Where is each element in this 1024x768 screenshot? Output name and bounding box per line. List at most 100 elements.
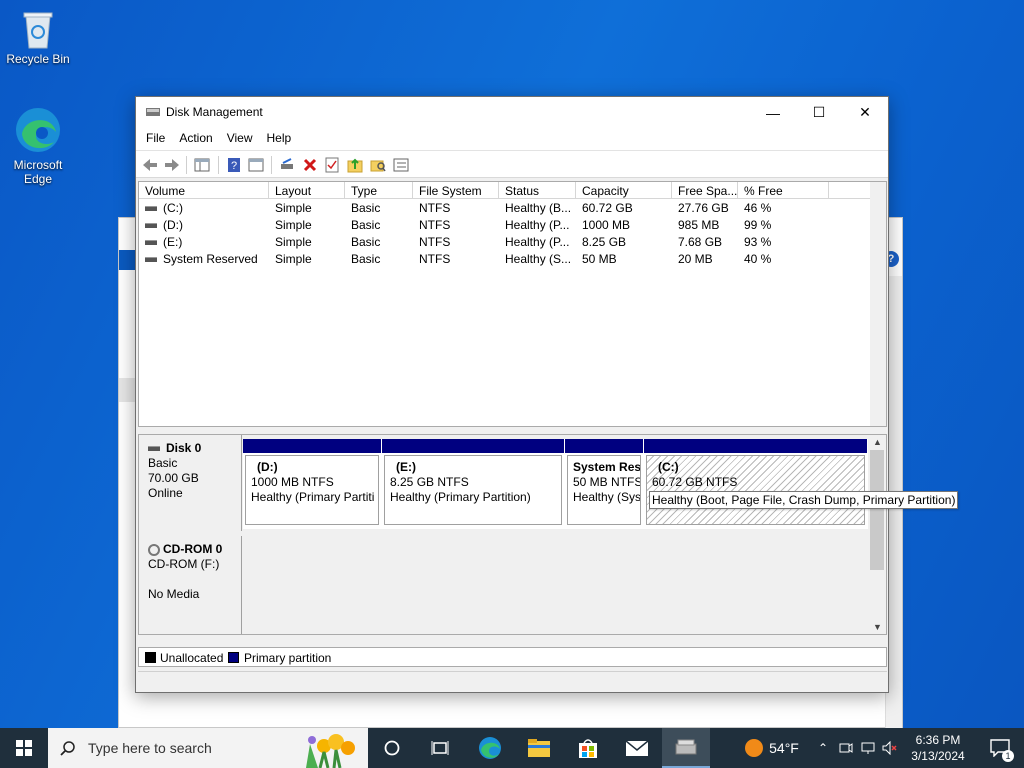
partition-bar bbox=[565, 439, 643, 453]
column-header-file-system[interactable]: File System bbox=[413, 182, 499, 199]
volume-name: (E:) bbox=[163, 235, 183, 249]
partition-bar bbox=[243, 439, 381, 453]
desktop-icon-label: Microsoft Edge bbox=[13, 158, 63, 186]
mail-icon bbox=[625, 740, 649, 756]
store-bag-icon bbox=[579, 739, 597, 758]
forward-button[interactable] bbox=[163, 156, 181, 174]
partition-c[interactable]: (C:) 60.72 GB NTFS bbox=[644, 439, 867, 527]
network-button[interactable] bbox=[858, 728, 878, 768]
close-button[interactable]: ✕ bbox=[842, 97, 888, 128]
disk-0-label[interactable]: Disk 0 Basic 70.00 GB Online bbox=[139, 435, 242, 531]
table-row[interactable]: (C:) Simple Basic NTFS Healthy (B... 60.72 GB… bbox=[139, 200, 887, 217]
cdrom-0-type: CD-ROM (F:) bbox=[148, 557, 220, 571]
start-button[interactable] bbox=[0, 728, 48, 768]
partition-size: 1000 MB NTFS bbox=[251, 475, 334, 489]
weather-widget[interactable]: 54°F bbox=[732, 728, 812, 768]
recycle-bin-icon bbox=[18, 8, 58, 49]
disk-graphical-pane[interactable]: Disk 0 Basic 70.00 GB Online (D:) 1000 M… bbox=[138, 434, 887, 635]
cdrom-0-label[interactable]: CD-ROM 0 CD-ROM (F:) No Media bbox=[139, 536, 242, 634]
table-row[interactable]: (D:) Simple Basic NTFS Healthy (P... 1000 MB 9… bbox=[139, 217, 887, 234]
back-button[interactable] bbox=[141, 156, 159, 174]
column-header-layout[interactable]: Layout bbox=[269, 182, 345, 199]
column-header-percent-free[interactable]: % Free bbox=[738, 182, 829, 199]
menu-view[interactable]: View bbox=[220, 128, 260, 150]
partition-size: 60.72 GB NTFS bbox=[652, 475, 738, 489]
disk-management-window[interactable]: Disk Management — ☐ ✕ File Action View H… bbox=[135, 96, 889, 693]
partition-system-reserved[interactable]: System Res 50 MB NTFS Healthy (Sys bbox=[565, 439, 643, 527]
explore-button[interactable] bbox=[369, 156, 387, 174]
graphical-pane-scrollbar[interactable]: ▲ ▼ bbox=[868, 435, 886, 634]
table-cell: NTFS bbox=[419, 201, 451, 215]
status-bar bbox=[138, 671, 887, 691]
volume-muted-icon bbox=[882, 741, 897, 755]
title-bar[interactable]: Disk Management — ☐ ✕ bbox=[136, 97, 888, 128]
disk-0-type: Basic bbox=[148, 456, 178, 470]
timeline-button[interactable] bbox=[416, 728, 464, 768]
column-header-volume[interactable]: Volume bbox=[139, 182, 269, 199]
meet-now-button[interactable] bbox=[836, 728, 856, 768]
taskbar-file-explorer-button[interactable] bbox=[515, 728, 563, 768]
partition-size: 50 MB NTFS bbox=[573, 475, 641, 489]
scroll-up-icon[interactable]: ▲ bbox=[873, 437, 882, 447]
menu-file[interactable]: File bbox=[139, 128, 172, 150]
volume-name: (C:) bbox=[163, 201, 183, 215]
properties-pane-button[interactable] bbox=[247, 156, 265, 174]
table-cell: Simple bbox=[275, 252, 312, 266]
list-view-icon bbox=[393, 158, 409, 172]
table-cell: System Reserved bbox=[145, 252, 258, 266]
minimize-button[interactable]: — bbox=[750, 97, 796, 128]
volume-drive-icon bbox=[145, 206, 157, 212]
scrollbar-thumb[interactable] bbox=[870, 450, 884, 570]
volume-button[interactable] bbox=[879, 728, 901, 768]
column-header-free-space[interactable]: Free Spa... bbox=[672, 182, 738, 199]
check-properties-button[interactable] bbox=[323, 156, 341, 174]
cdrom-0-name: CD-ROM 0 bbox=[163, 542, 223, 556]
taskbar-store-button[interactable] bbox=[564, 728, 612, 768]
partition-e[interactable]: (E:) 8.25 GB NTFS Healthy (Primary Parti… bbox=[382, 439, 564, 527]
desktop-icon-edge[interactable]: Microsoft Edge bbox=[0, 106, 76, 186]
notification-count-badge: 1 bbox=[1002, 750, 1014, 762]
table-row[interactable]: (E:) Simple Basic NTFS Healthy (P... 8.25 GB 7… bbox=[139, 234, 887, 251]
action-center-button[interactable]: 1 bbox=[976, 728, 1024, 768]
cortana-circle-icon bbox=[384, 740, 400, 756]
delete-button[interactable] bbox=[301, 156, 319, 174]
table-cell: Simple bbox=[275, 218, 312, 232]
partition-name: (D:) bbox=[257, 460, 278, 474]
volume-name: System Reserved bbox=[163, 252, 258, 266]
volume-name: (D:) bbox=[163, 218, 183, 232]
connect-disk-button[interactable] bbox=[278, 156, 296, 174]
open-folder-button[interactable] bbox=[346, 156, 364, 174]
pane-icon bbox=[248, 158, 264, 172]
show-hide-console-tree-button[interactable] bbox=[193, 156, 211, 174]
volume-list-scrollbar[interactable] bbox=[870, 182, 886, 426]
task-view-button[interactable] bbox=[368, 728, 416, 768]
taskbar-disk-management-button[interactable] bbox=[662, 728, 710, 768]
back-arrow-icon bbox=[143, 159, 157, 171]
help-button[interactable]: ? bbox=[225, 156, 243, 174]
taskbar-edge-button[interactable] bbox=[466, 728, 514, 768]
table-cell: Healthy (S... bbox=[505, 252, 572, 266]
maximize-button[interactable]: ☐ bbox=[796, 97, 842, 128]
taskbar-search-box[interactable]: Type here to search bbox=[48, 728, 368, 768]
taskbar-mail-button[interactable] bbox=[613, 728, 661, 768]
menu-help[interactable]: Help bbox=[260, 128, 299, 150]
table-cell: NTFS bbox=[419, 235, 451, 249]
column-header-status[interactable]: Status bbox=[499, 182, 576, 199]
table-cell: NTFS bbox=[419, 252, 451, 266]
column-header-capacity[interactable]: Capacity bbox=[576, 182, 672, 199]
console-tree-icon bbox=[194, 158, 210, 172]
table-row[interactable]: System Reserved Simple Basic NTFS Healthy (S… bbox=[139, 251, 887, 268]
settings-list-button[interactable] bbox=[392, 156, 410, 174]
clock[interactable]: 6:36 PM 3/13/2024 bbox=[903, 728, 973, 768]
column-header-type[interactable]: Type bbox=[345, 182, 413, 199]
scroll-down-icon[interactable]: ▼ bbox=[873, 622, 882, 632]
show-hidden-icons-button[interactable]: ⌃ bbox=[812, 728, 834, 768]
volume-list[interactable]: Volume Layout Type File System Status Ca… bbox=[138, 181, 887, 427]
chevron-up-icon: ⌃ bbox=[817, 741, 829, 755]
menu-action[interactable]: Action bbox=[172, 128, 219, 150]
folder-search-icon bbox=[370, 160, 386, 172]
table-cell: 27.76 GB bbox=[678, 201, 729, 215]
partition-d[interactable]: (D:) 1000 MB NTFS Healthy (Primary Parti… bbox=[243, 439, 381, 527]
desktop-icon-recycle-bin[interactable]: Recycle Bin bbox=[0, 8, 76, 66]
table-cell: 1000 MB bbox=[582, 218, 631, 232]
